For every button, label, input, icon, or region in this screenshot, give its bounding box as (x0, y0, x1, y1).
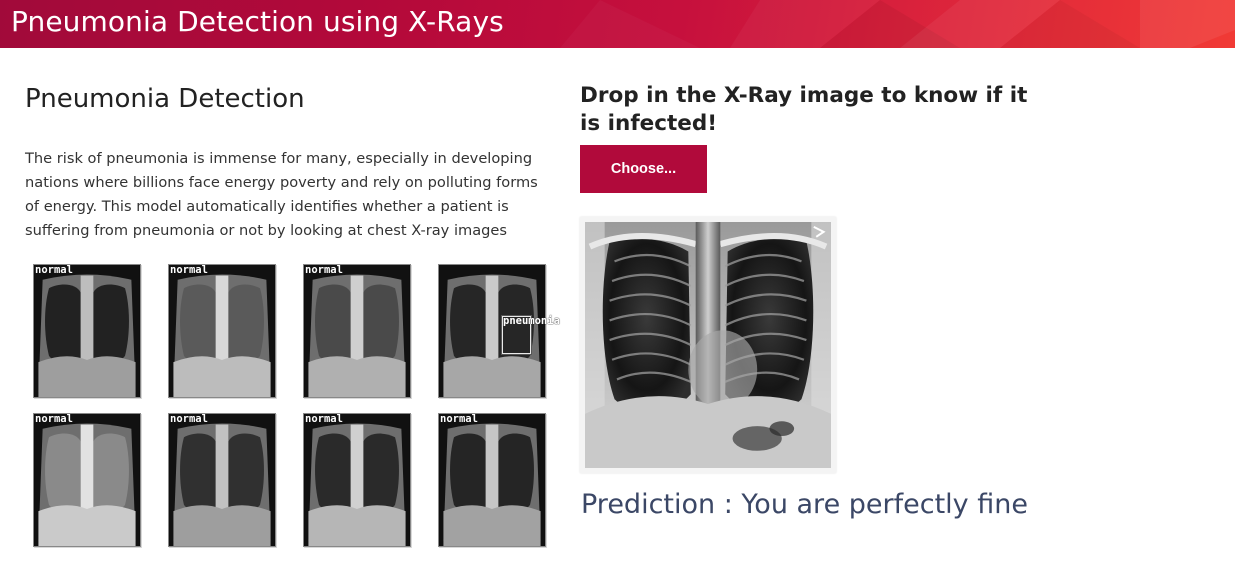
sample-xray-image: normal (168, 413, 276, 547)
sample-label: normal (35, 264, 73, 276)
sample-xray-drawing (439, 414, 545, 546)
sample-label: normal (440, 413, 478, 425)
sample-xray-drawing (169, 414, 275, 546)
section-title: Pneumonia Detection (25, 84, 305, 114)
sample-label: normal (170, 264, 208, 276)
sample-xray-drawing (304, 414, 410, 546)
sample-xray-drawing (169, 265, 275, 397)
description-text: The risk of pneumonia is immense for man… (25, 150, 538, 239)
sample-label: normal (35, 413, 73, 425)
choose-file-button[interactable]: Choose... (580, 145, 707, 193)
sample-xray-image: normal (303, 413, 411, 547)
upload-heading: Drop in the X-Ray image to know if it is… (580, 83, 1028, 136)
uploaded-xray-image (585, 222, 831, 468)
header-banner: Pneumonia Detection using X-Rays (0, 0, 1235, 48)
uploaded-xray-preview (580, 217, 836, 473)
sample-xray-image: normal (33, 264, 141, 398)
pneumonia-box-label: pneumonia (503, 315, 560, 327)
sample-label: normal (305, 413, 343, 425)
sample-xray-drawing (34, 414, 140, 546)
prediction-result: Prediction : You are perfectly fine (581, 489, 1028, 520)
sample-xray-image: normal (438, 413, 546, 547)
sample-label: normal (170, 413, 208, 425)
sample-label: normal (305, 264, 343, 276)
sample-xray-image: normal (33, 413, 141, 547)
sample-xray-drawing (34, 265, 140, 397)
sample-xray-drawing (304, 265, 410, 397)
sample-xray-image: normal (303, 264, 411, 398)
page-title: Pneumonia Detection using X-Rays (11, 5, 504, 38)
sample-xray-image: normal (168, 264, 276, 398)
